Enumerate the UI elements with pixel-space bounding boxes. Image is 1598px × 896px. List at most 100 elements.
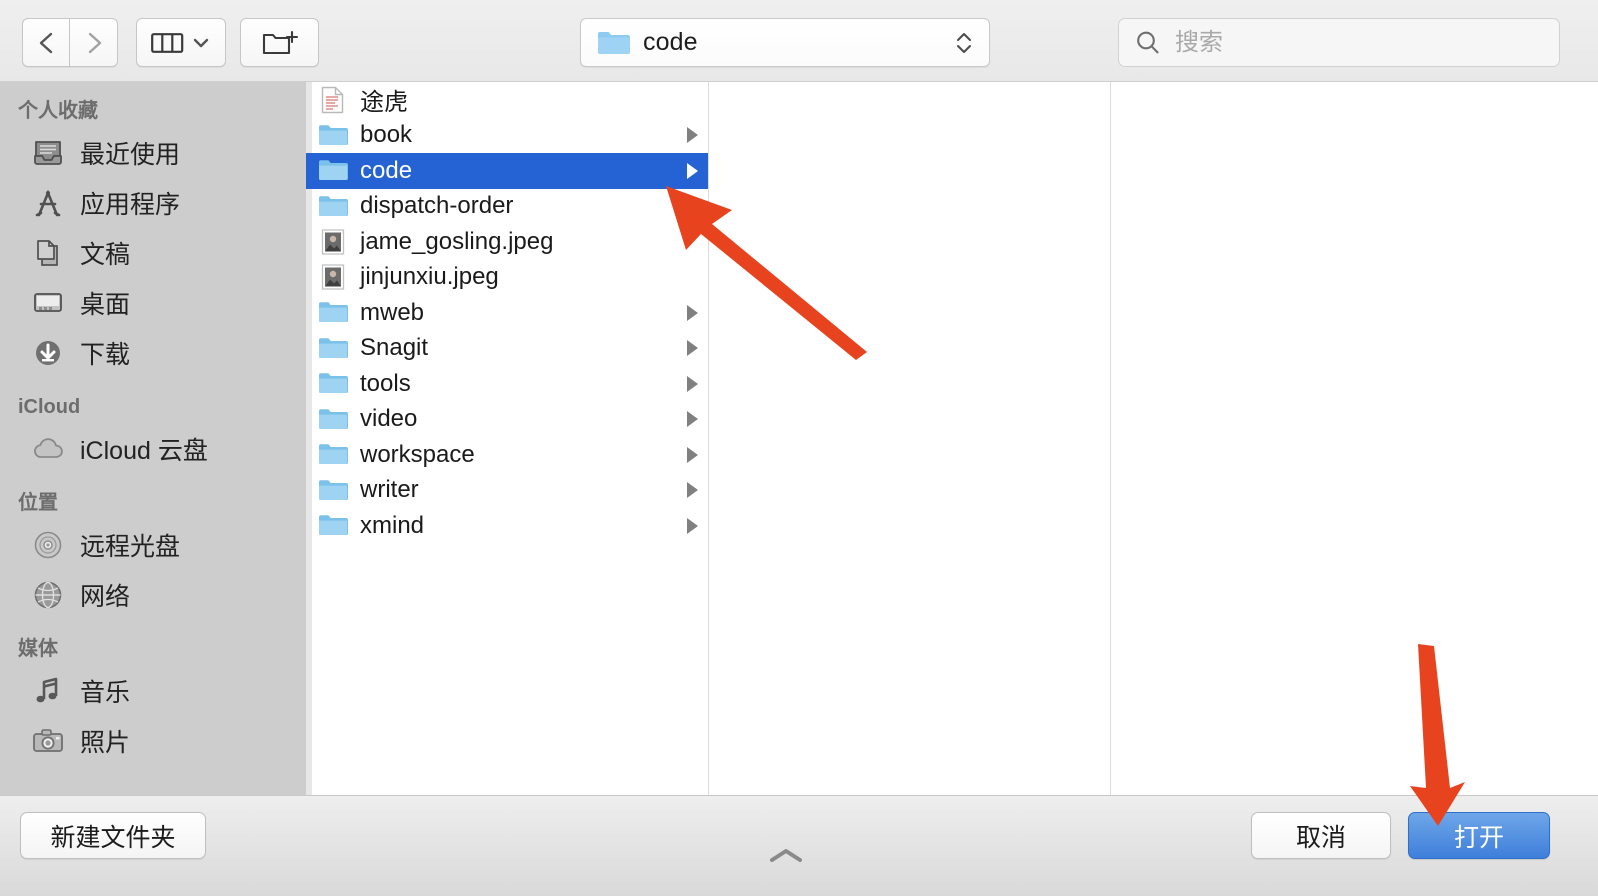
file-icon-wrapper: [318, 477, 348, 503]
sidebar-item-label: 最近使用: [80, 141, 181, 169]
documents-icon: [37, 240, 58, 266]
disclosure-arrow-icon[interactable]: [687, 482, 698, 499]
sidebar-item-label: 远程光盘: [80, 533, 181, 561]
file-list-row[interactable]: video: [306, 402, 708, 438]
back-button[interactable]: [22, 18, 70, 67]
file-icon-wrapper: [318, 442, 348, 468]
file-name-label: workspace: [360, 440, 475, 468]
file-name-label: jinjunxiu.jpeg: [360, 263, 499, 291]
view-mode-button[interactable]: [136, 18, 226, 67]
search-input[interactable]: [1173, 27, 1537, 58]
open-button[interactable]: 打开: [1408, 812, 1550, 859]
disclosure-arrow-icon[interactable]: [687, 162, 698, 179]
file-list-row[interactable]: code: [306, 153, 708, 189]
file-list-row[interactable]: jame_gosling.jpeg: [306, 224, 708, 260]
disclosure-arrow-icon[interactable]: [687, 340, 698, 357]
sidebar-item-1-of-section-2[interactable]: iCloud 云盘: [0, 424, 306, 474]
applications-icon-wrapper: [30, 185, 66, 221]
path-popup-button[interactable]: code: [580, 18, 990, 67]
file-list[interactable]: 途虎 book code dispatch-order jame_gosling.jpe…: [306, 82, 708, 795]
disclosure-arrow-icon[interactable]: [687, 304, 698, 321]
disclosure-arrow-icon[interactable]: [687, 127, 698, 144]
icloud-drive-icon-wrapper: [30, 431, 66, 467]
sidebar-section-title: 个人收藏: [18, 100, 98, 122]
photos-icon-wrapper: [30, 723, 66, 759]
preview-column-2[interactable]: [709, 82, 1110, 795]
remote-disc-icon: [34, 531, 62, 559]
file-name-label: jame_gosling.jpeg: [360, 227, 554, 255]
folder-icon: [319, 515, 348, 536]
file-list-row[interactable]: Snagit: [306, 331, 708, 367]
image-thumbnail-icon: [321, 229, 345, 255]
file-name-label: tools: [360, 369, 411, 397]
sidebar-item-1-of-section-1[interactable]: 最近使用: [0, 128, 306, 178]
sidebar-item-label: 照片: [80, 729, 131, 757]
new-folder-button[interactable]: 新建文件夹: [20, 812, 206, 859]
applications-icon: [35, 189, 61, 217]
file-list-row[interactable]: mweb: [306, 295, 708, 331]
sidebar-item-1-of-section-4[interactable]: 音乐: [0, 666, 306, 716]
disclosure-arrow-icon[interactable]: [687, 517, 698, 534]
cancel-button[interactable]: 取消: [1251, 812, 1391, 859]
chevron-left-icon: [39, 32, 52, 53]
file-name-label: book: [360, 121, 413, 149]
disclosure-arrow-icon[interactable]: [687, 375, 698, 392]
disclosure-arrow-icon[interactable]: [687, 446, 698, 463]
recents-icon-wrapper: [30, 135, 66, 171]
sidebar-item-2-of-section-3[interactable]: 网络: [0, 570, 306, 620]
search-box[interactable]: [1118, 18, 1560, 67]
sidebar-item-label: iCloud 云盘: [80, 437, 208, 465]
folder-icon: [319, 373, 348, 394]
desktop-icon: [34, 293, 62, 312]
new-folder-toolbar-button[interactable]: [240, 18, 319, 67]
photos-icon: [33, 729, 63, 752]
file-list-row[interactable]: 途虎: [306, 82, 708, 118]
file-name-label: xmind: [360, 511, 425, 539]
sidebar-item-3-of-section-1[interactable]: 文稿: [0, 228, 306, 278]
file-list-row[interactable]: book: [306, 118, 708, 154]
file-list-row[interactable]: xmind: [306, 508, 708, 544]
file-list-row[interactable]: dispatch-order: [306, 189, 708, 225]
sidebar-item-label: 网络: [80, 583, 131, 611]
folder-icon: [319, 160, 348, 181]
sidebar-section-title: 媒体: [18, 638, 58, 660]
remote-disc-icon-wrapper: [30, 527, 66, 563]
updown-stepper-icon[interactable]: [953, 31, 975, 55]
folder-icon: [319, 302, 348, 323]
file-name-label: Snagit: [360, 334, 429, 362]
file-name-label: code: [360, 156, 413, 184]
disclosure-arrow-icon[interactable]: [687, 411, 698, 428]
bottom-bar: 新建文件夹 取消 打开: [0, 795, 1598, 896]
sidebar-item-1-of-section-3[interactable]: 远程光盘: [0, 520, 306, 570]
file-list-row[interactable]: jinjunxiu.jpeg: [306, 260, 708, 296]
chevron-down-icon: [193, 38, 209, 47]
sidebar-item-label: 下载: [80, 341, 131, 369]
sidebar-item-5-of-section-1[interactable]: 下载: [0, 328, 306, 378]
folder-icon: [319, 337, 348, 358]
file-icon-wrapper: [318, 158, 348, 184]
file-icon-wrapper: [318, 264, 348, 290]
sidebar-section-title: 位置: [18, 492, 58, 514]
new-folder-icon: [262, 30, 298, 54]
file-list-row[interactable]: writer: [306, 473, 708, 509]
chevron-up-icon[interactable]: [762, 846, 810, 866]
file-icon-wrapper: [318, 122, 348, 148]
file-list-row[interactable]: workspace: [306, 437, 708, 473]
sidebar-section-title: iCloud: [18, 396, 81, 418]
file-list-row[interactable]: tools: [306, 366, 708, 402]
network-icon-wrapper: [30, 577, 66, 613]
sidebar-item-4-of-section-1[interactable]: 桌面: [0, 278, 306, 328]
forward-button[interactable]: [69, 18, 118, 67]
file-icon-wrapper: [318, 193, 348, 219]
sidebar-item-2-of-section-1[interactable]: 应用程序: [0, 178, 306, 228]
preview-column-3[interactable]: [1111, 82, 1598, 795]
downloads-icon: [36, 341, 60, 365]
folder-icon: [319, 195, 348, 216]
chevron-right-icon: [88, 32, 101, 53]
sidebar[interactable]: 个人收藏最近使用应用程序 文稿 桌面下载 iCloud iCloud 云盘位置 远程光盘网…: [0, 82, 306, 795]
file-icon-wrapper: [318, 335, 348, 361]
file-icon-wrapper: [318, 406, 348, 432]
folder-icon: [319, 444, 348, 465]
folder-icon: [319, 408, 348, 429]
sidebar-item-2-of-section-4[interactable]: 照片: [0, 716, 306, 766]
